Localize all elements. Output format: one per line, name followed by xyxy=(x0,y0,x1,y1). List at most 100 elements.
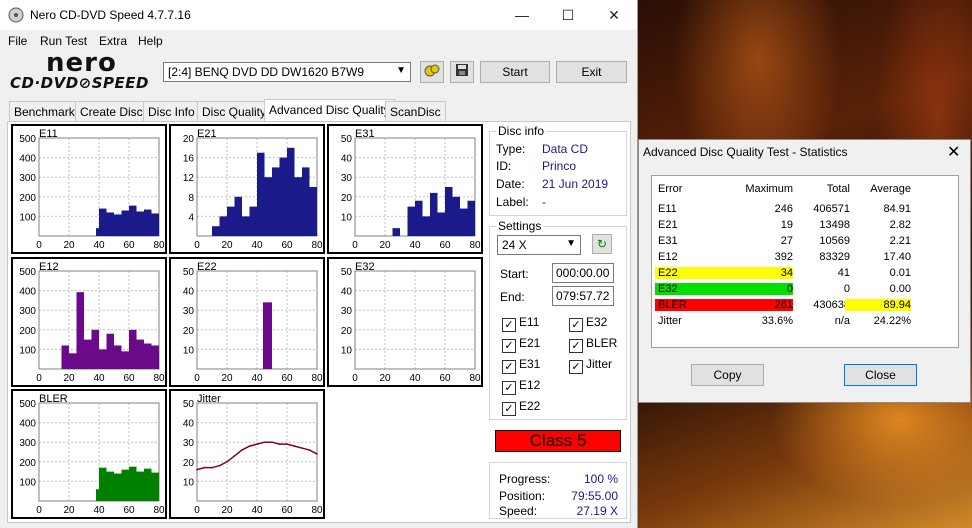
refresh-button[interactable]: ↻ xyxy=(592,234,612,254)
checkbox-e31[interactable]: ✓ E31 xyxy=(502,357,540,374)
date-label: Date: xyxy=(496,177,525,191)
y-tick-label: 10 xyxy=(341,345,353,356)
cell-max: 33.6% xyxy=(761,315,793,327)
close-dialog-button[interactable]: Close xyxy=(844,364,917,386)
checkbox-e21[interactable]: ✓ E21 xyxy=(502,336,540,353)
y-tick-label: 500 xyxy=(19,399,36,410)
table-row: Jitter 33.6% n/a 24.22% xyxy=(655,314,955,330)
data-bar xyxy=(99,208,107,236)
chart-title: E22 xyxy=(197,261,217,273)
chart-title: E32 xyxy=(355,261,375,273)
data-bar xyxy=(114,345,122,369)
x-tick-label: 0 xyxy=(36,505,42,516)
checkbox-jitter[interactable]: ✓ Jitter xyxy=(569,357,612,374)
menu-file[interactable]: File xyxy=(8,34,27,48)
x-tick-label: 0 xyxy=(36,240,42,251)
data-bar xyxy=(437,212,445,236)
cell-error: E32 xyxy=(655,283,738,295)
tab-disc-info[interactable]: Disc Info xyxy=(143,101,200,121)
x-tick-label: 0 xyxy=(36,373,42,384)
end-field[interactable]: 079:57.72 xyxy=(552,286,614,306)
checkbox-e11[interactable]: ✓ E11 xyxy=(502,315,539,332)
x-tick-label: 0 xyxy=(352,373,358,384)
x-tick-label: 40 xyxy=(93,373,105,384)
menu-help[interactable]: Help xyxy=(138,34,163,48)
menu-extra[interactable]: Extra xyxy=(99,34,127,48)
minimize-button[interactable]: — xyxy=(499,0,545,30)
x-tick-label: 20 xyxy=(63,505,75,516)
data-bar xyxy=(452,196,460,236)
close-button[interactable]: ✕ xyxy=(591,0,637,30)
y-tick-label: 100 xyxy=(19,477,36,488)
checkbox-e12[interactable]: ✓ E12 xyxy=(502,378,540,395)
save-button[interactable] xyxy=(450,61,474,83)
date-value: 21 Jun 2019 xyxy=(542,177,609,191)
tab-benchmark[interactable]: Benchmark xyxy=(9,101,80,121)
data-bar xyxy=(76,292,84,369)
cell-error: Jitter xyxy=(658,315,682,327)
header-total: Total xyxy=(826,183,850,195)
start-field[interactable]: 000:00.00 xyxy=(552,263,614,283)
title-bar[interactable]: Nero CD-DVD Speed 4.7.7.16 — ☐ ✕ xyxy=(0,0,637,30)
cell-total: 406571 xyxy=(813,203,850,215)
data-bar xyxy=(272,167,280,236)
data-bar xyxy=(96,228,99,236)
table-row: E21 19 13498 2.82 xyxy=(655,218,955,234)
checkbox-bler[interactable]: ✓ BLER xyxy=(569,336,617,353)
settings-group: Settings 24 X ▼ ↻ Start: 000:00.00 End: … xyxy=(489,219,627,420)
x-tick-label: 80 xyxy=(469,240,481,251)
start-button[interactable]: Start xyxy=(480,61,550,83)
menu-run-test[interactable]: Run Test xyxy=(40,34,87,48)
y-tick-label: 300 xyxy=(19,173,36,184)
data-bar xyxy=(234,196,242,236)
cell-avg: 17.40 xyxy=(883,251,911,263)
data-bar xyxy=(106,333,114,369)
progress-value: 100 % xyxy=(583,472,618,486)
maximize-button[interactable]: ☐ xyxy=(545,0,591,30)
cell-error: E31 xyxy=(658,235,678,247)
id-value: Princo xyxy=(542,159,577,173)
x-tick-label: 80 xyxy=(153,240,165,251)
y-tick-label: 20 xyxy=(341,326,353,337)
header-error: Error xyxy=(658,183,683,195)
x-tick-label: 60 xyxy=(281,240,293,251)
x-tick-label: 20 xyxy=(63,373,75,384)
window-title: Nero CD-DVD Speed 4.7.7.16 xyxy=(30,8,191,22)
y-tick-label: 30 xyxy=(183,306,195,317)
data-bar xyxy=(121,210,129,236)
x-tick-label: 0 xyxy=(194,240,200,251)
data-area xyxy=(144,468,152,501)
cell-max: 27 xyxy=(780,235,793,247)
chart-svg: 0 20 40 60 80 100 200 300 400 500 xyxy=(19,399,165,516)
tab-advanced-disc-quality[interactable]: Advanced Disc Quality xyxy=(264,99,395,122)
table-row: E11 246 406571 84.91 xyxy=(655,202,955,218)
tab-create-disc[interactable]: Create Disc xyxy=(75,101,148,121)
y-tick-label: 50 xyxy=(341,267,353,278)
data-point xyxy=(241,449,243,451)
x-tick-label: 80 xyxy=(153,505,165,516)
checkbox-e22[interactable]: ✓ E22 xyxy=(502,399,540,416)
data-area xyxy=(136,471,144,501)
close-icon[interactable]: ✕ xyxy=(947,142,960,162)
y-tick-label: 40 xyxy=(183,287,195,298)
y-tick-label: 40 xyxy=(341,154,353,165)
data-area xyxy=(114,473,122,501)
speed-select[interactable]: 24 X ▼ xyxy=(497,235,581,255)
tab-scandisc[interactable]: ScanDisc xyxy=(385,101,446,121)
copy-button[interactable]: Copy xyxy=(691,364,764,386)
data-bar xyxy=(129,329,137,369)
checkbox-e32[interactable]: ✓ E32 xyxy=(569,315,607,332)
data-bar xyxy=(392,228,400,236)
chart-title: E31 xyxy=(355,128,375,140)
data-point xyxy=(301,447,303,449)
tab-disc-quality[interactable]: Disc Quality xyxy=(197,101,272,121)
y-tick-label: 40 xyxy=(341,287,353,298)
drive-select[interactable]: [2:4] BENQ DVD DD DW1620 B7W9 ▼ xyxy=(163,62,411,82)
data-bar xyxy=(249,206,257,236)
y-tick-label: 50 xyxy=(183,267,195,278)
y-tick-label: 400 xyxy=(19,419,36,430)
exit-button[interactable]: Exit xyxy=(556,61,627,83)
chart-title: Jitter xyxy=(197,393,221,405)
x-tick-label: 80 xyxy=(469,373,481,384)
disc-eject-button[interactable] xyxy=(420,61,444,83)
